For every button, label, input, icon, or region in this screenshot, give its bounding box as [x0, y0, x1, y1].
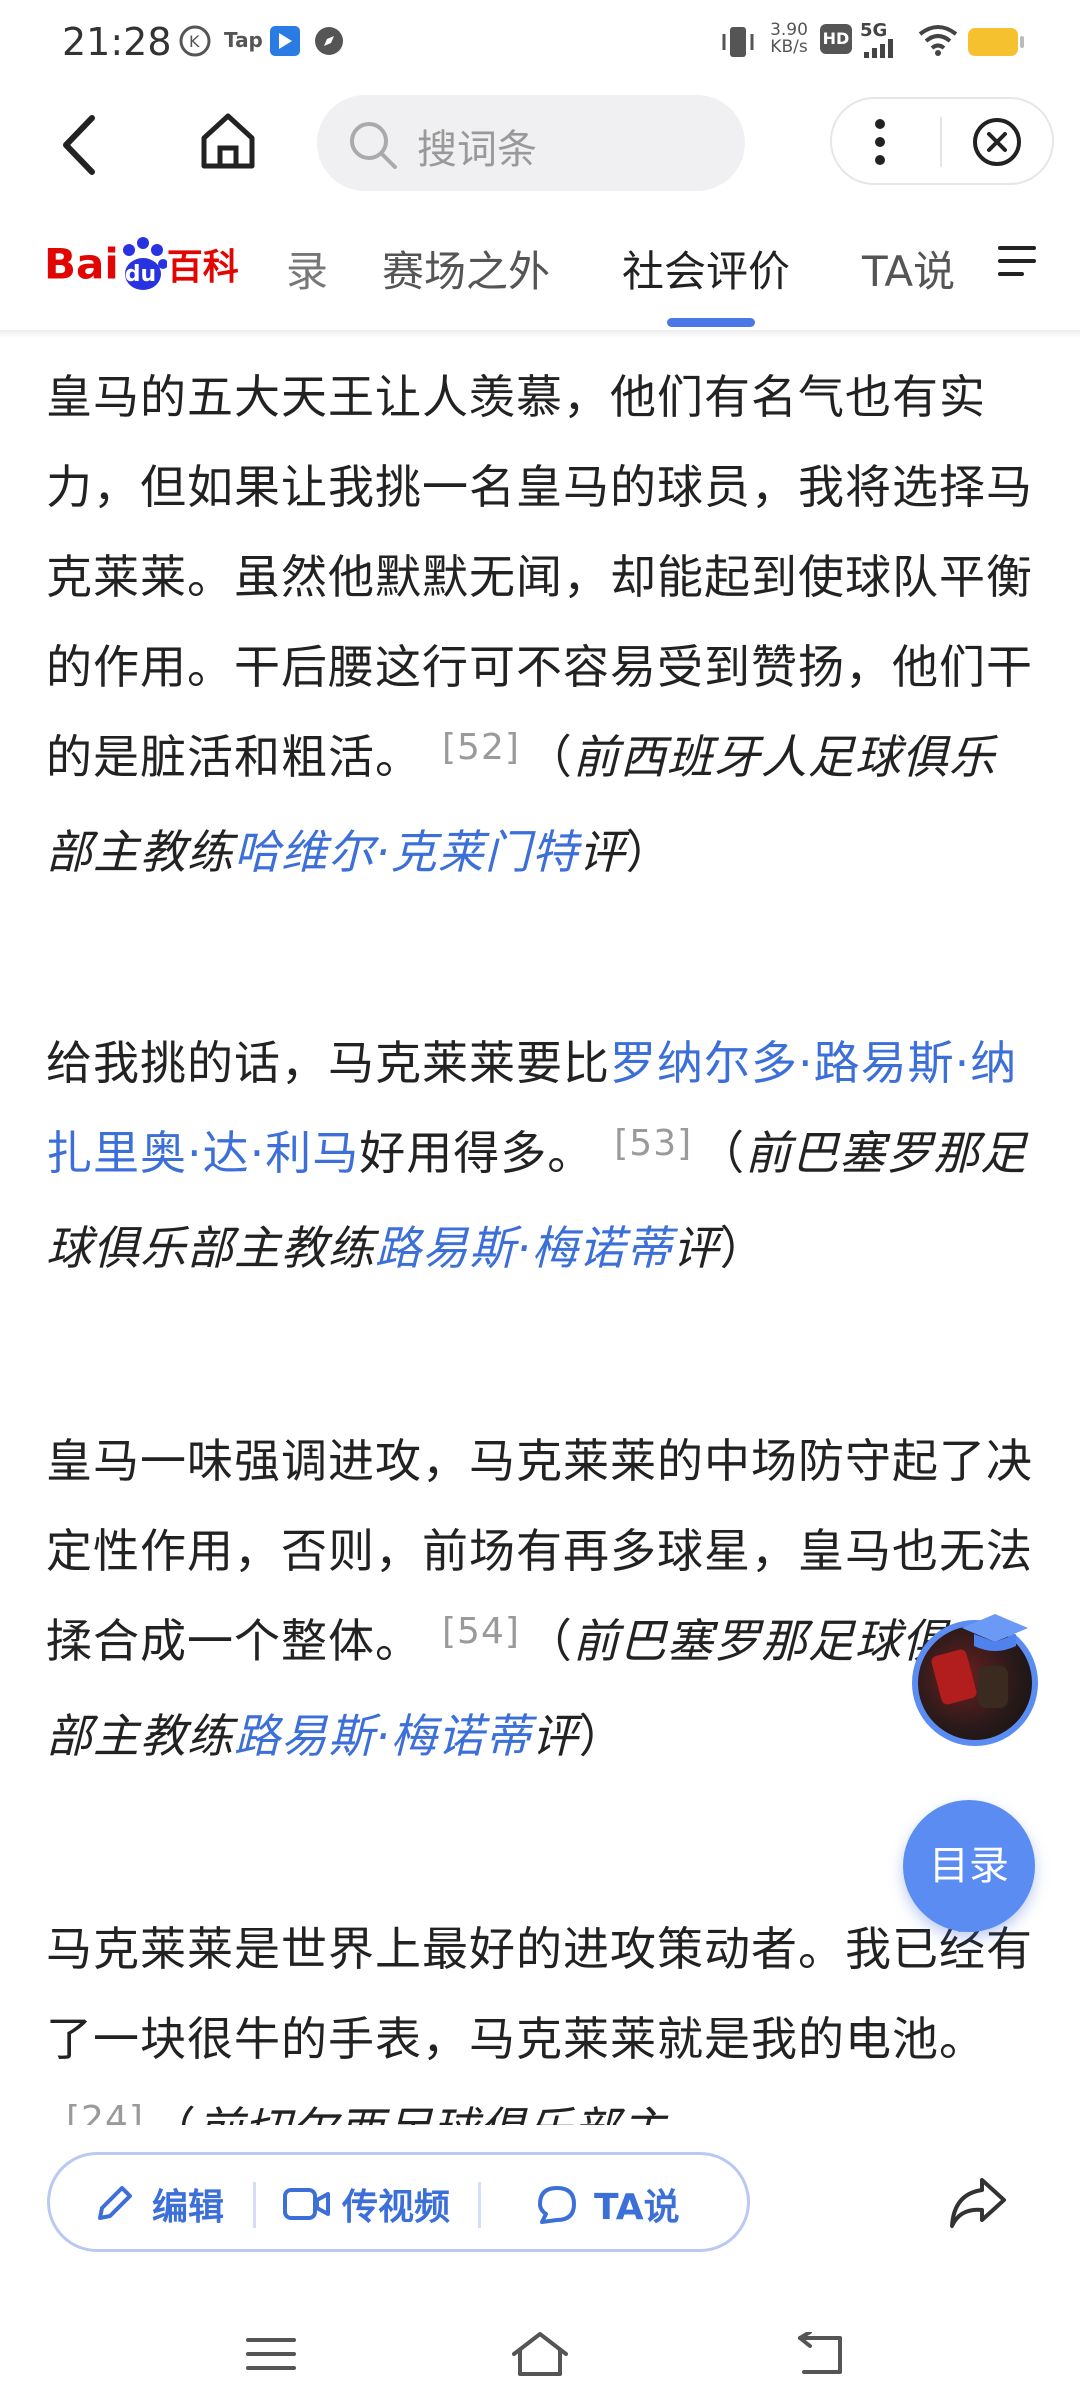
edit-icon	[98, 2186, 132, 2220]
hd-icon: HD	[820, 24, 852, 54]
back-button[interactable]	[50, 110, 110, 180]
ta-says-button[interactable]: TA说	[594, 2178, 680, 2230]
table-of-contents-button[interactable]: 目录	[903, 1800, 1035, 1932]
search-input[interactable]: 搜词条	[317, 95, 745, 191]
k-app-icon: K	[179, 25, 211, 57]
search-placeholder: 搜词条	[417, 127, 537, 173]
chat-bubble-icon	[538, 2186, 576, 2224]
compass-icon	[315, 27, 343, 55]
pill-divider	[253, 2182, 256, 2228]
close-icon[interactable]	[970, 115, 1024, 169]
tab-off-field[interactable]: 赛场之外	[382, 238, 550, 299]
quote-paragraph-2: 给我挑的话，马克莱莱要比罗纳尔多·路易斯·纳扎里奥·达·利马好用得多。 [53] （…	[46, 1036, 1028, 1275]
system-navigation-bar	[0, 2270, 1080, 2400]
baidu-baike-logo[interactable]: Bai du 百科	[44, 236, 244, 306]
upload-video-button[interactable]: 传视频	[342, 2178, 450, 2230]
tab-catalog[interactable]: 录	[286, 238, 328, 299]
person-link[interactable]: 哈维尔·克莱门特	[234, 825, 579, 879]
reference-link[interactable]: [54]	[442, 1611, 520, 1652]
status-bar: 21:28 K Tap 3.90 KB/s HD 5G	[0, 0, 1080, 80]
person-link[interactable]: 路易斯·梅诺蒂	[375, 1221, 673, 1275]
person-link[interactable]: 路易斯·梅诺蒂	[234, 1709, 532, 1763]
home-button[interactable]	[196, 108, 260, 172]
svg-text:K: K	[189, 32, 200, 51]
tap-app-icon: Tap	[224, 28, 263, 52]
reference-link[interactable]: [24]	[66, 2099, 144, 2126]
tab-fade	[244, 236, 274, 316]
graduation-cap-icon	[962, 1614, 1028, 1651]
reference-link[interactable]: [53]	[614, 1123, 692, 1164]
system-back-icon[interactable]	[796, 2332, 850, 2378]
more-options-icon[interactable]	[872, 117, 888, 167]
vibrate-icon	[722, 27, 754, 57]
app-notification-icon	[270, 26, 300, 56]
paw-icon: du	[119, 236, 167, 292]
wifi-icon	[918, 25, 958, 56]
active-tab-indicator	[667, 318, 755, 327]
net-speed: 3.90 KB/s	[770, 20, 808, 57]
reference-link[interactable]: [52]	[442, 727, 520, 768]
quote-paragraph-4: 马克莱莱是世界上最好的进攻策动者。我已经有了一块很牛的手表，马克莱莱就是我的电池…	[46, 1904, 1036, 2126]
share-icon[interactable]	[946, 2170, 1010, 2234]
pill-divider	[478, 2182, 481, 2228]
quote-paragraph-1: 皇马的五大天王让人羡慕，他们有名气也有实力，但如果让我挑一名皇马的球员，我将选择…	[46, 370, 1033, 879]
capsule-divider	[940, 117, 942, 167]
edit-button[interactable]: 编辑	[152, 2178, 224, 2230]
tab-ta-says[interactable]: TA说	[862, 238, 955, 299]
search-icon	[350, 122, 397, 169]
attribution-role: 前切尔西足球俱乐部主	[197, 2102, 667, 2126]
tab-menu-icon[interactable]	[996, 242, 1040, 282]
recent-apps-icon[interactable]	[244, 2334, 298, 2376]
signal-icon	[864, 39, 893, 58]
system-home-icon[interactable]	[508, 2328, 572, 2380]
video-icon	[283, 2188, 330, 2220]
quote-text: 皇马的五大天王让人羡慕，他们有名气也有实力，但如果让我挑一名皇马的球员，我将选择…	[46, 370, 1033, 784]
battery-icon	[968, 28, 1024, 56]
tab-social-evaluation[interactable]: 社会评价	[622, 238, 790, 299]
tab-bar-shadow	[0, 330, 1080, 338]
status-time: 21:28	[62, 20, 172, 64]
quote-paragraph-3: 皇马一味强调进攻，马克莱莱的中场防守起了决定性作用，否则，前场有再多球星，皇马也…	[46, 1434, 1033, 1763]
menu-capsule	[830, 97, 1054, 185]
